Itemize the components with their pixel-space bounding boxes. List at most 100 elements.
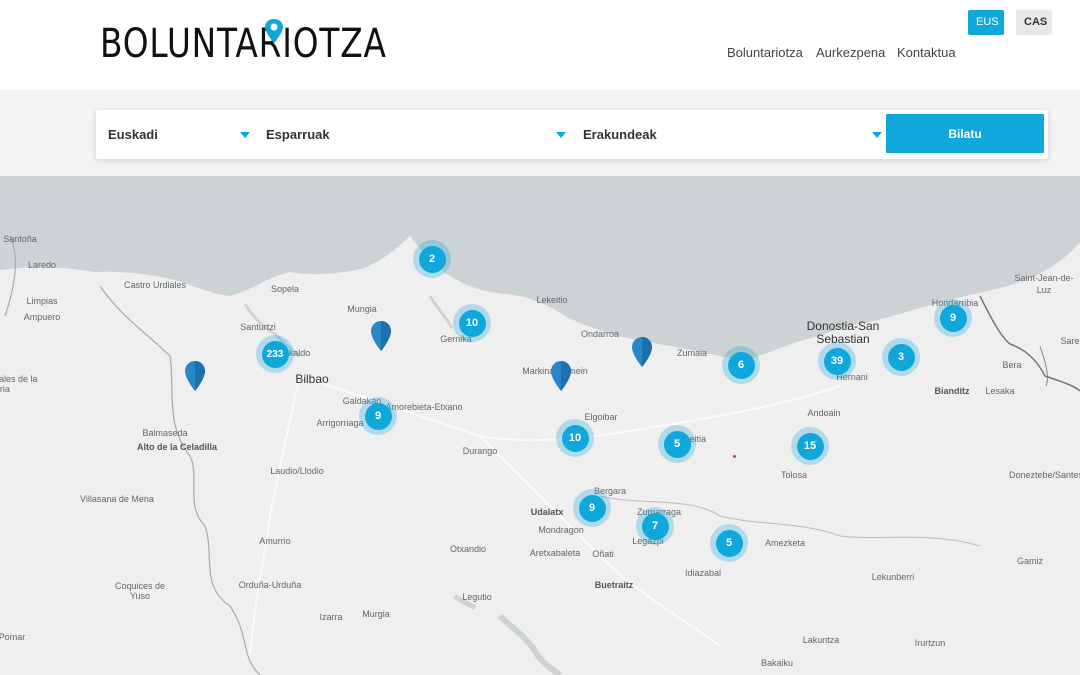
place-label: Limpias — [26, 296, 58, 306]
place-label: Ampuero — [23, 312, 61, 322]
place-label: Villasana de Mena — [80, 494, 154, 504]
nav-aurkezpena[interactable]: Aurkezpena — [816, 45, 885, 60]
place-label: Tolosa — [780, 470, 808, 480]
place-label: Amezketa — [764, 538, 806, 548]
map-cluster-count: 10 — [458, 309, 486, 337]
organization-select-value: Erakundeak — [583, 127, 657, 142]
place-label: Sopela — [270, 284, 300, 294]
place-label: Buetraitz — [594, 580, 634, 590]
nav-kontaktua[interactable]: Kontaktua — [897, 45, 956, 60]
area-select[interactable]: Esparruak — [266, 110, 566, 159]
place-label: Castro Urdiales — [123, 280, 187, 290]
place-label: Alto de la Celadilla — [136, 442, 218, 452]
place-label: Bera — [1002, 360, 1022, 370]
place-label: Saint-Jean-de-Luz — [1014, 273, 1074, 295]
map-marker-pin-icon[interactable] — [630, 336, 654, 368]
header: BOLUNTARIOTZA EUS CAS Boluntariotza Aurk… — [0, 0, 1080, 90]
place-label: Bilbao — [295, 372, 329, 386]
map-cluster-count: 10 — [561, 424, 589, 452]
place-label: Elgoibar — [584, 412, 618, 422]
place-label: Laredo — [27, 260, 57, 270]
place-label: Andoain — [807, 408, 841, 418]
place-label: Sare — [1060, 336, 1080, 346]
map-marker-pin-icon[interactable] — [369, 320, 393, 352]
map-cluster-count: 39 — [823, 347, 851, 375]
map-cluster[interactable]: 5 — [710, 524, 748, 562]
map[interactable]: Santoña Laredo Castro Urdiales Limpias A… — [0, 176, 1080, 675]
map-cluster-count: 5 — [663, 430, 691, 458]
logo-text: BOLUNTARIOTZA — [100, 21, 387, 67]
map-cluster[interactable]: 2 — [413, 240, 451, 278]
place-label: Balmaseda — [142, 428, 188, 438]
place-label: Orduña-Urduña — [238, 580, 302, 590]
place-label: Ramales de la Victoria — [0, 374, 38, 394]
place-label: Ondarroa — [580, 329, 620, 339]
map-cluster[interactable]: 39 — [818, 342, 856, 380]
place-label: Pomar — [0, 632, 26, 642]
map-cluster-count: 9 — [939, 304, 967, 332]
map-cluster-count: 15 — [796, 432, 824, 460]
language-cas-button[interactable]: CAS — [1016, 10, 1052, 35]
map-cluster[interactable]: 233 — [256, 335, 294, 373]
map-cluster-count: 9 — [578, 494, 606, 522]
place-label: Amurrio — [259, 536, 291, 546]
place-label: Bianditz — [934, 386, 970, 396]
map-cluster[interactable]: 10 — [453, 304, 491, 342]
place-label: Aretxabaleta — [529, 548, 581, 558]
place-label: Santurtzi — [240, 322, 276, 332]
place-label: Otxandio — [449, 544, 487, 554]
map-cluster-count: 3 — [887, 343, 915, 371]
logo[interactable]: BOLUNTARIOTZA — [100, 19, 450, 68]
map-cluster[interactable]: 5 — [658, 425, 696, 463]
sea — [0, 176, 1080, 361]
map-location-dot — [733, 455, 736, 458]
map-cluster-count: 2 — [418, 245, 446, 273]
organization-select[interactable]: Erakundeak — [583, 110, 882, 159]
map-cluster-count: 6 — [727, 351, 755, 379]
map-cluster[interactable]: 10 — [556, 419, 594, 457]
place-label: Idiazabal — [684, 568, 722, 578]
place-label: Mondragon — [538, 525, 584, 535]
place-label: Izarra — [319, 612, 343, 622]
place-label: Lesaka — [985, 386, 1015, 396]
map-cluster-count: 233 — [261, 340, 289, 368]
search-button[interactable]: Bilatu — [886, 114, 1044, 153]
map-cluster[interactable]: 15 — [791, 427, 829, 465]
map-cluster[interactable]: 9 — [573, 489, 611, 527]
language-eus-button[interactable]: EUS — [968, 10, 1004, 35]
place-label: Laudio/Llodio — [270, 466, 324, 476]
map-cluster-count: 5 — [715, 529, 743, 557]
place-label: Arrigorriaga — [316, 418, 364, 428]
region-select[interactable]: Euskadi — [108, 110, 256, 159]
map-cluster-count: 7 — [641, 512, 669, 540]
place-label: Lakuntza — [802, 635, 840, 645]
nav-boluntariotza[interactable]: Boluntariotza — [727, 45, 803, 60]
map-cluster[interactable]: 9 — [359, 397, 397, 435]
place-label: Oñati — [592, 549, 614, 559]
chevron-down-icon — [872, 132, 882, 138]
map-marker-pin-icon[interactable] — [549, 360, 573, 392]
place-label: Doneztebe/Santesteban — [1009, 470, 1080, 480]
place-label: Lekunberri — [871, 572, 915, 582]
place-label: Mungia — [347, 304, 377, 314]
place-label: Gamiz — [1016, 556, 1044, 566]
place-label: Durango — [462, 446, 498, 456]
chevron-down-icon — [556, 132, 566, 138]
map-cluster[interactable]: 7 — [636, 507, 674, 545]
place-label: Udalatx — [530, 507, 564, 517]
map-cluster[interactable]: 3 — [882, 338, 920, 376]
map-cluster-count: 9 — [364, 402, 392, 430]
place-label: Murgia — [362, 609, 390, 619]
map-cluster[interactable]: 9 — [934, 299, 972, 337]
chevron-down-icon — [240, 132, 250, 138]
place-label: Legutio — [462, 592, 492, 602]
map-marker-pin-icon[interactable] — [183, 360, 207, 392]
place-label: Irurtzun — [914, 638, 946, 648]
map-cluster[interactable]: 6 — [722, 346, 760, 384]
place-label: Amorebieta-Etxano — [385, 402, 463, 412]
place-label: Lekeitio — [536, 295, 568, 305]
place-label: Zumaia — [676, 348, 708, 358]
area-select-value: Esparruak — [266, 127, 330, 142]
logo-pin-icon — [265, 19, 283, 43]
search-bar: Euskadi Esparruak Erakundeak Bilatu — [96, 110, 1048, 159]
